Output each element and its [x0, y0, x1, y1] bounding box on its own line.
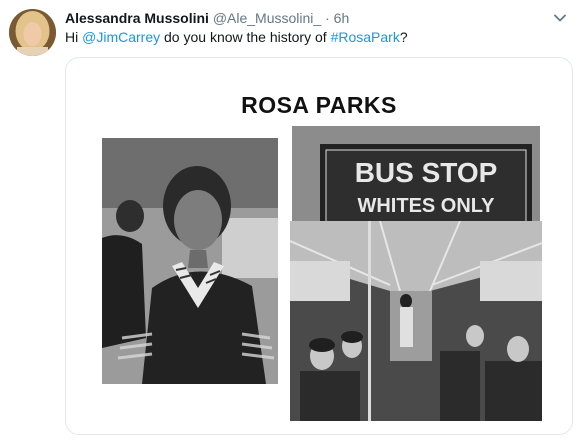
timestamp[interactable]: 6h — [334, 10, 350, 26]
media-card[interactable]: ROSA PARKS BUS STOP WHITES ONLY — [65, 57, 573, 435]
bus-stop-sign-photo: BUS STOP WHITES ONLY — [292, 126, 540, 226]
tweet-text-middle: do you know the history of — [160, 29, 331, 45]
avatar[interactable] — [9, 9, 56, 56]
hashtag-link[interactable]: #RosaPark — [331, 29, 400, 45]
tweet-text: Hi @JimCarrey do you know the history of… — [65, 28, 408, 46]
avatar-image — [9, 9, 56, 56]
rosa-parks-portrait-photo — [102, 138, 278, 384]
chevron-down-icon[interactable] — [552, 10, 568, 26]
author-handle[interactable]: @Ale_Mussolini_ — [213, 10, 321, 26]
author-name[interactable]: Alessandra Mussolini — [65, 10, 209, 26]
card-title: ROSA PARKS — [241, 92, 397, 118]
separator-dot: · — [325, 10, 330, 26]
mention-link[interactable]: @JimCarrey — [82, 29, 160, 45]
sign-line-1: BUS STOP — [355, 157, 498, 188]
tweet[interactable]: Alessandra Mussolini @Ale_Mussolini_ · 6… — [0, 0, 582, 440]
bus-interior-photo — [290, 221, 542, 421]
tweet-text-prefix: Hi — [65, 29, 83, 45]
sign-line-2: WHITES ONLY — [357, 195, 495, 217]
tweet-header: Alessandra Mussolini @Ale_Mussolini_ · 6… — [65, 9, 349, 27]
tweet-text-suffix: ? — [399, 29, 408, 45]
